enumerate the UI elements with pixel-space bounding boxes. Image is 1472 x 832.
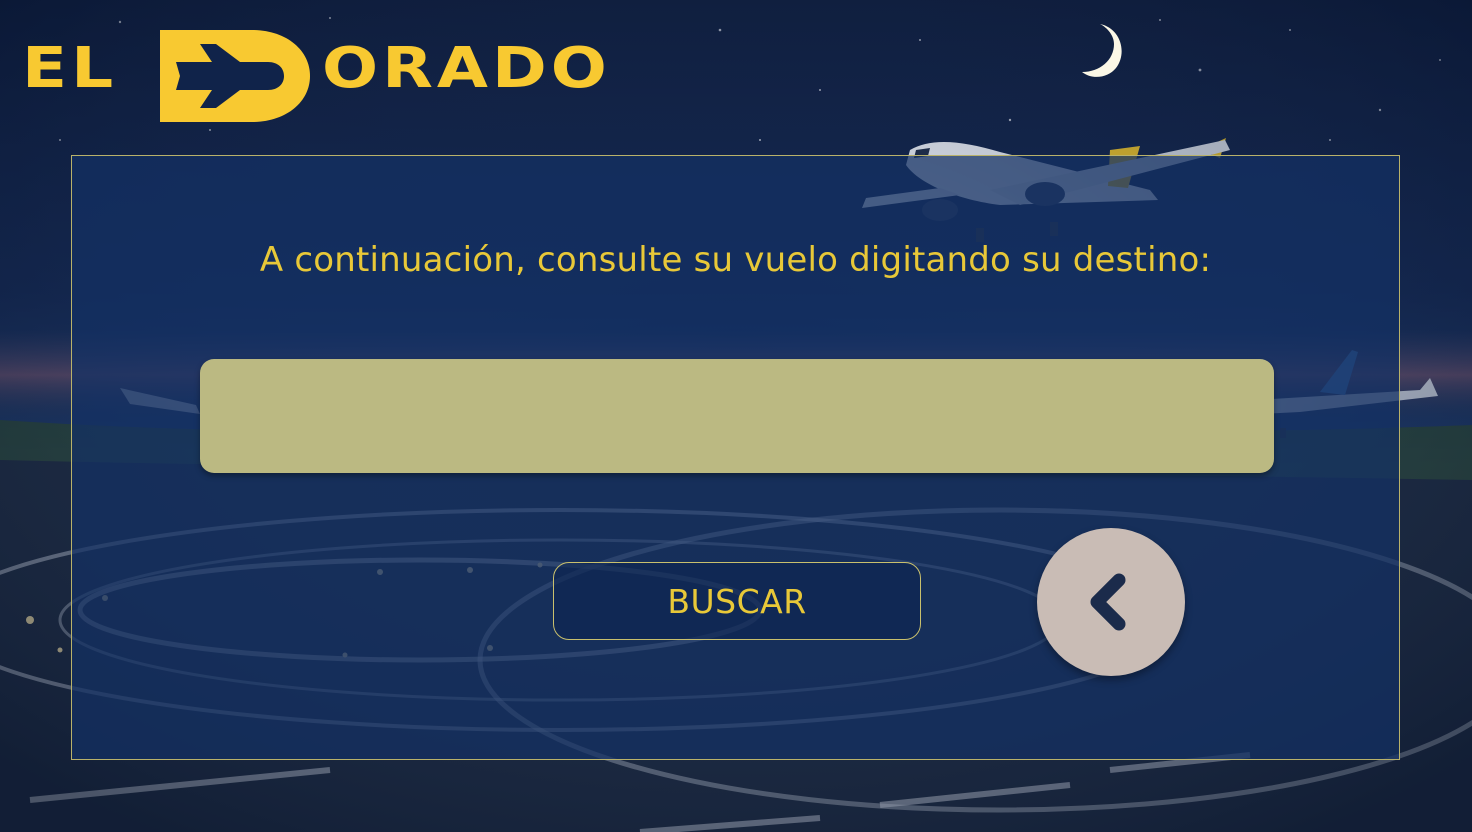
chevron-left-icon: [1090, 573, 1126, 631]
el-dorado-logo: EL ORADO: [22, 30, 682, 126]
destination-input[interactable]: [200, 359, 1274, 473]
back-button[interactable]: [1037, 528, 1185, 676]
search-button[interactable]: BUSCAR: [553, 562, 921, 640]
logo-plane-d-icon: [160, 30, 310, 122]
app-screen: EL ORADO A continuación, consulte su vue…: [0, 0, 1472, 832]
search-prompt: A continuación, consulte su vuelo digita…: [259, 240, 1212, 280]
logo-text-right: ORADO: [322, 34, 611, 101]
search-panel: A continuación, consulte su vuelo digita…: [71, 155, 1400, 760]
moon-icon: [1082, 24, 1122, 77]
logo-text-left: EL: [22, 34, 118, 101]
